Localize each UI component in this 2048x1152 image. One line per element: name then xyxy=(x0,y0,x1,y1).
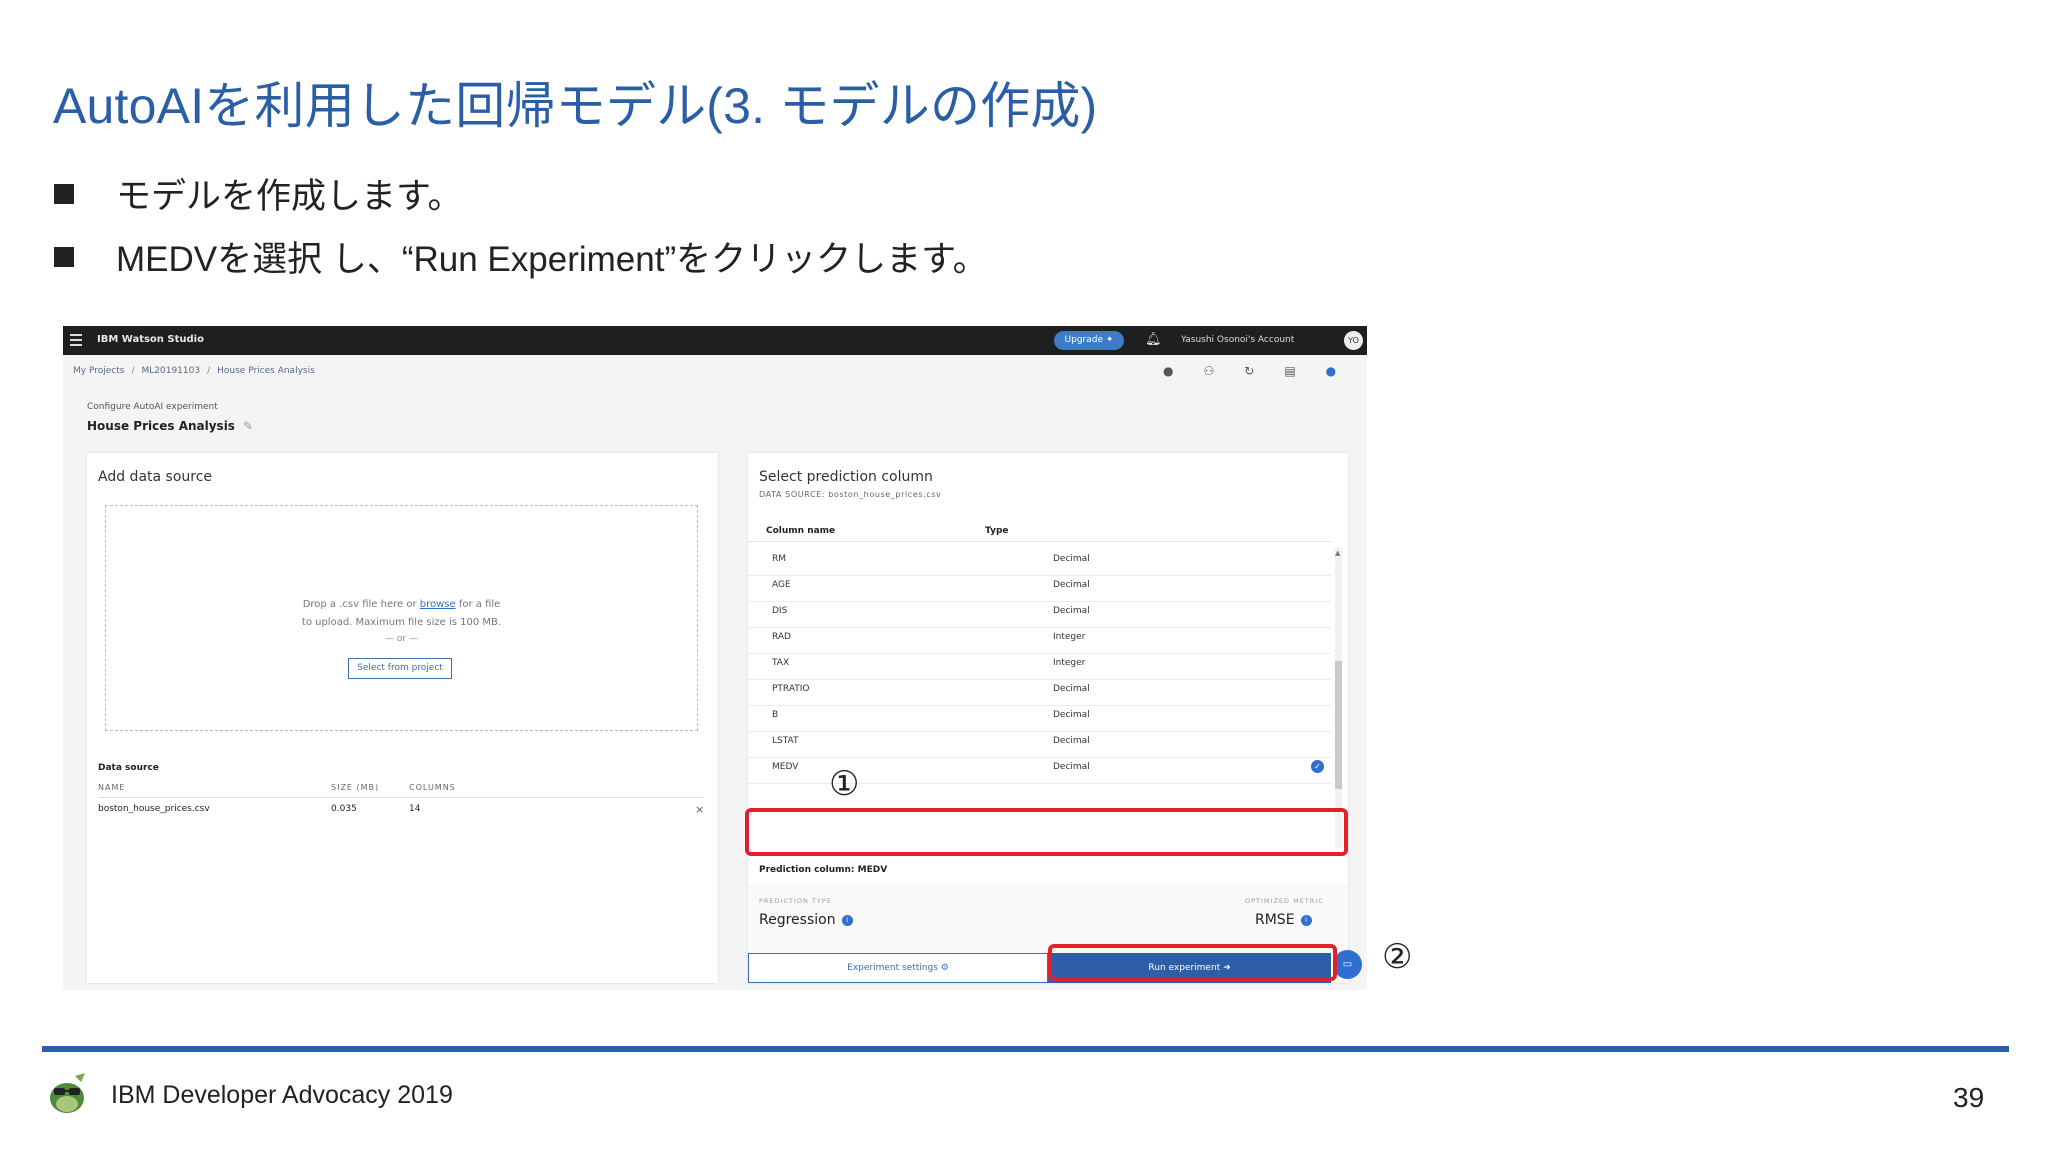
column-header-columns: COLUMNS xyxy=(409,783,456,792)
data-file-name: boston_house_prices.csv xyxy=(98,804,210,814)
avatar[interactable]: YO xyxy=(1344,331,1363,350)
column-header-size: SIZE (MB) xyxy=(331,783,380,792)
file-dropzone[interactable]: Drop a .csv file here or browse for a fi… xyxy=(105,505,698,731)
assets-icon[interactable]: ▤ xyxy=(1284,364,1295,378)
bullet-text: MEDVを選択 し、“Run Experiment”をクリックします。 xyxy=(116,240,988,279)
divider xyxy=(98,797,704,798)
status-icon[interactable]: ● xyxy=(1326,364,1336,378)
scrollbar-thumb[interactable] xyxy=(1335,661,1342,789)
breadcrumb-current: House Prices Analysis xyxy=(217,366,315,376)
prediction-column-label: Prediction column: MEDV xyxy=(759,865,888,875)
remove-file-icon[interactable]: × xyxy=(695,803,704,816)
scroll-up-arrow-icon[interactable]: ▲ xyxy=(1335,549,1340,557)
breadcrumb: My Projects / ML20191103/House Prices Anal… xyxy=(73,366,315,376)
column-header-name: NAME xyxy=(98,783,126,792)
prediction-column-panel: Select prediction column DATA SOURCE: bo… xyxy=(748,453,1348,983)
browse-link[interactable]: browse xyxy=(420,599,456,610)
data-file-size: 0.035 xyxy=(331,804,357,814)
history-icon[interactable]: ↻ xyxy=(1244,364,1254,378)
bullet-item: MEDVを選択 し、“Run Experiment”をクリックします。 xyxy=(54,231,988,282)
column-header-name: Column name xyxy=(766,526,836,536)
or-divider: — or — xyxy=(385,634,418,644)
metric-label: OPTIMIZED METRIC xyxy=(1245,897,1324,905)
callout-number: ② xyxy=(1382,937,1413,977)
select-from-project-button[interactable]: Select from project xyxy=(348,658,452,679)
highlight-run-button xyxy=(1048,944,1337,981)
page-number: 39 xyxy=(1953,1082,1985,1113)
app-brand[interactable]: IBM Watson Studio xyxy=(97,334,204,345)
callout-number: ① xyxy=(829,764,860,804)
bullet-square-icon xyxy=(54,246,74,267)
info-icon[interactable]: i xyxy=(1300,914,1312,926)
prediction-type-value: Regression i xyxy=(759,912,853,928)
selected-check-icon: ✓ xyxy=(1311,760,1324,773)
upgrade-button[interactable]: Upgrade ✦ xyxy=(1054,331,1124,350)
bullet-text: モデルを作成します。 xyxy=(116,177,463,216)
bullet-item: モデルを作成します。 xyxy=(54,168,463,219)
account-switcher[interactable]: Yasushi Osonoi's Account xyxy=(1181,335,1294,345)
highlight-medv-row xyxy=(745,808,1348,856)
data-source-label: DATA SOURCE: boston_house_prices.csv xyxy=(759,490,942,499)
edit-pencil-icon[interactable]: ✎ xyxy=(243,419,253,433)
hamburger-menu-icon[interactable] xyxy=(70,334,82,346)
info-icon[interactable]: i xyxy=(841,914,853,926)
data-source-title: Data source xyxy=(98,763,159,773)
notification-bell-icon[interactable]: 🔔︎ xyxy=(1145,332,1162,347)
panel-heading: Add data source xyxy=(98,469,213,485)
info-icon[interactable]: ● xyxy=(1163,364,1173,378)
slide-title: AutoAIを利用した回帰モデル(3. モデルの作成) xyxy=(53,78,1098,134)
data-file-columns: 14 xyxy=(409,804,421,814)
watson-studio-screenshot: IBM Watson Studio Upgrade ✦ 🔔︎ Yasushi O… xyxy=(63,326,1367,990)
footer-divider xyxy=(42,1046,2009,1052)
prediction-type-label: PREDICTION TYPE xyxy=(759,897,832,905)
top-bar: IBM Watson Studio Upgrade ✦ 🔔︎ Yasushi O… xyxy=(63,326,1367,355)
metric-value: RMSE i xyxy=(1255,912,1312,928)
collaborators-icon[interactable]: ⚇ xyxy=(1203,364,1214,378)
footer-text: IBM Developer Advocacy 2019 xyxy=(111,1081,453,1109)
add-data-source-panel: Add data source Drop a .csv file here or… xyxy=(87,453,718,983)
breadcrumb-link[interactable]: ML20191103 xyxy=(141,366,200,376)
panel-heading: Select prediction column xyxy=(759,469,933,485)
mascot-logo-icon xyxy=(50,1073,85,1113)
breadcrumb-link[interactable]: My Projects xyxy=(73,366,124,376)
bullet-square-icon xyxy=(54,183,74,204)
chat-fab-icon[interactable]: ▭ xyxy=(1333,950,1362,979)
toolbar-icons: ● ⚇ ↻ ▤ ● xyxy=(1163,364,1336,378)
column-header-type: Type xyxy=(985,526,1009,536)
experiment-name: House Prices Analysis ✎ xyxy=(87,419,254,433)
config-label: Configure AutoAI experiment xyxy=(87,402,218,412)
experiment-settings-button[interactable]: Experiment settings ⚙ xyxy=(748,953,1048,983)
drop-instructions: Drop a .csv file here or browse for a fi… xyxy=(301,599,502,628)
